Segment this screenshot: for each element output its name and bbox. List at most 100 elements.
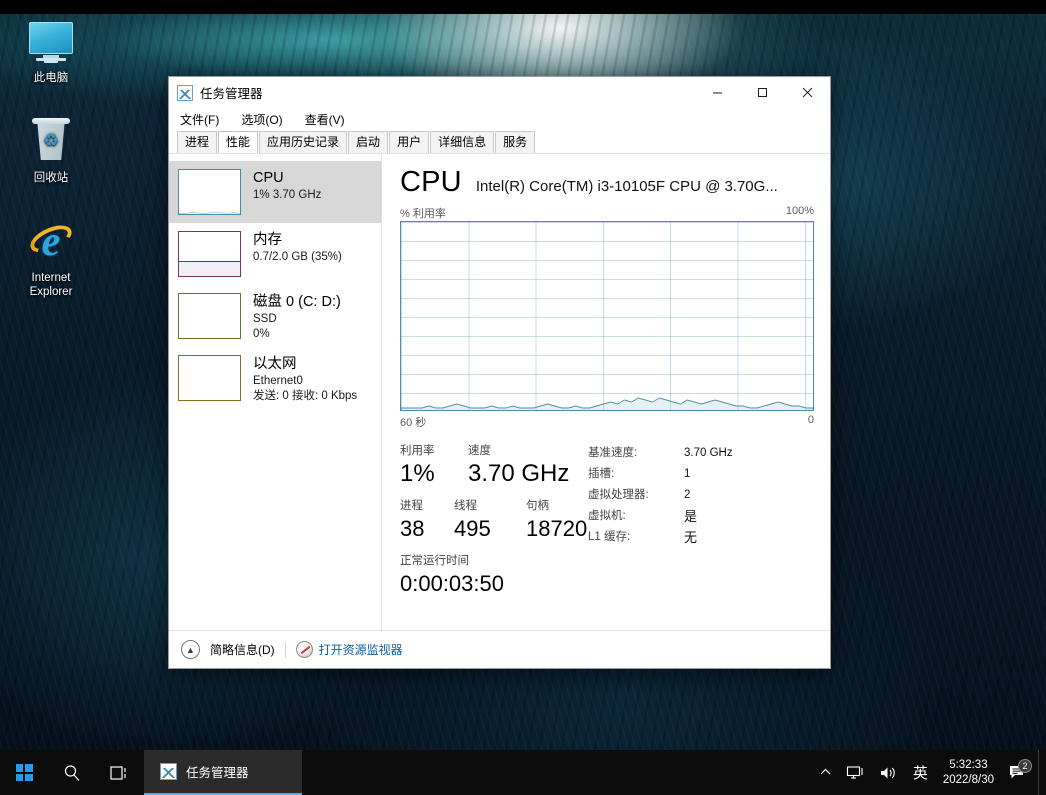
task-manager-icon bbox=[160, 763, 177, 780]
tab-details[interactable]: 详细信息 bbox=[430, 131, 495, 153]
resource-monitor-icon bbox=[295, 641, 313, 658]
tab-services[interactable]: 服务 bbox=[495, 131, 536, 153]
cpu-heading: CPU bbox=[400, 166, 462, 198]
resource-monitor-button[interactable]: 打开资源监视器 bbox=[295, 641, 403, 658]
window-title: 任务管理器 bbox=[200, 87, 263, 101]
sidebar-item-disk[interactable]: 磁盘 0 (C: D:) SSD 0% bbox=[169, 285, 381, 347]
stat-label: 利用率 bbox=[400, 445, 435, 457]
show-desktop-button[interactable] bbox=[1038, 750, 1046, 795]
menu-options[interactable]: 选项(O) bbox=[238, 110, 285, 129]
spec-key: 虚拟处理器: bbox=[588, 489, 649, 501]
stat-uptime: 正常运行时间 0:00:03:50 bbox=[400, 553, 588, 599]
spec-base-speed: 基准速度: 3.70 GHz bbox=[588, 443, 733, 464]
stat-label: 速度 bbox=[468, 445, 491, 457]
stat-value: 18720 bbox=[526, 516, 588, 541]
stat-speed: 速度 3.70 GHz bbox=[468, 443, 569, 489]
spec-virtual-processors: 虚拟处理器: 2 bbox=[588, 485, 733, 506]
spec-virtual-machine: 虚拟机: 是 bbox=[588, 506, 733, 527]
cpu-stats: 利用率 1% 速度 3.70 GHz 进程 38 线程 495 句柄 18720… bbox=[400, 443, 814, 599]
desktop-icon-label: 此电脑 bbox=[33, 72, 69, 84]
volume-icon bbox=[880, 767, 895, 778]
chevron-up-icon[interactable]: ▲ bbox=[181, 640, 200, 659]
desktop-icon-internet-explorer[interactable]: e Internet Explorer bbox=[8, 218, 94, 299]
spec-value: 2 bbox=[684, 489, 691, 501]
desktop-icon-recycle-bin[interactable]: ♻ 回收站 bbox=[8, 118, 94, 185]
sidebar-item-title: 以太网 bbox=[253, 356, 297, 372]
stat-value: 38 bbox=[400, 516, 425, 541]
clock-time: 5:32:33 bbox=[949, 758, 988, 771]
stat-label: 进程 bbox=[400, 500, 423, 512]
sidebar-text: 以太网 Ethernet0 发送: 0 接收: 0 Kbps bbox=[253, 354, 357, 404]
tab-strip: 进程 性能 应用历史记录 启动 用户 详细信息 服务 bbox=[169, 130, 830, 154]
sidebar-item-cpu[interactable]: CPU 1% 3.70 GHz bbox=[169, 161, 381, 223]
sidebar-item-title: 磁盘 0 (C: D:) bbox=[253, 294, 341, 310]
tray-network-button[interactable] bbox=[839, 750, 872, 795]
sidebar-item-sub: 0.7/2.0 GB (35%) bbox=[253, 251, 342, 263]
stats-gap-2 bbox=[400, 544, 588, 553]
search-button[interactable] bbox=[48, 750, 96, 795]
cpu-trace-line bbox=[401, 397, 813, 410]
recycle-bin-icon: ♻ bbox=[8, 118, 94, 166]
tab-users[interactable]: 用户 bbox=[389, 131, 430, 153]
stat-threads: 线程 495 bbox=[454, 498, 526, 544]
internet-explorer-icon: e bbox=[26, 220, 76, 268]
memory-mini-graph bbox=[178, 231, 241, 277]
taskbar-item-task-manager[interactable]: 任务管理器 bbox=[144, 750, 302, 795]
desktop-icon-label: 回收站 bbox=[33, 172, 69, 184]
sidebar-item-sub2: 发送: 0 接收: 0 Kbps bbox=[253, 390, 358, 402]
cpu-mini-trace bbox=[179, 211, 240, 214]
fewer-details-button[interactable]: 简略信息(D) bbox=[210, 641, 275, 658]
stat-handles: 句柄 18720 bbox=[526, 498, 587, 544]
tray-clock[interactable]: 5:32:33 2022/8/30 bbox=[937, 758, 1004, 788]
desktop-icon-label-line2: Explorer bbox=[29, 286, 73, 298]
tab-startup[interactable]: 启动 bbox=[348, 131, 389, 153]
tray-ime-indicator[interactable]: 英 bbox=[904, 750, 937, 795]
notification-center-button[interactable]: 2 bbox=[1004, 758, 1038, 782]
taskbar[interactable]: 任务管理器 英 5:32:33 2022/8/30 2 bbox=[0, 750, 1046, 795]
sidebar-item-sub: Ethernet0 bbox=[253, 375, 303, 387]
minimize-button[interactable] bbox=[695, 77, 740, 108]
stat-value: 495 bbox=[454, 516, 491, 541]
network-icon bbox=[846, 765, 863, 779]
sidebar-text: 内存 0.7/2.0 GB (35%) bbox=[253, 230, 342, 265]
menu-file[interactable]: 文件(F) bbox=[177, 110, 222, 129]
cpu-stats-right: 基准速度: 3.70 GHz 插槽: 1 虚拟处理器: 2 虚拟机: 是 L1 … bbox=[588, 443, 733, 599]
sidebar-item-sub: SSD bbox=[253, 313, 277, 325]
this-pc-icon bbox=[8, 18, 94, 66]
cpu-header: CPU Intel(R) Core(TM) i3-10105F CPU @ 3.… bbox=[400, 166, 814, 199]
status-separator bbox=[284, 641, 286, 658]
task-view-icon bbox=[110, 765, 126, 780]
tray-expand-button[interactable] bbox=[812, 750, 839, 795]
tab-app-history[interactable]: 应用历史记录 bbox=[259, 131, 348, 153]
close-button[interactable] bbox=[785, 77, 830, 108]
taskbar-item-label: 任务管理器 bbox=[186, 766, 249, 780]
sidebar-item-sub: 1% 3.70 GHz bbox=[253, 189, 322, 201]
stat-label: 线程 bbox=[454, 500, 477, 512]
spec-value: 无 bbox=[684, 530, 698, 545]
cpu-model: Intel(R) Core(TM) i3-10105F CPU @ 3.70G.… bbox=[475, 178, 778, 195]
stat-value: 1% bbox=[400, 460, 435, 487]
spec-value: 3.70 GHz bbox=[684, 447, 733, 459]
maximize-button[interactable] bbox=[740, 77, 785, 108]
spec-key: 插槽: bbox=[588, 468, 615, 480]
cpu-detail-pane: CPU Intel(R) Core(TM) i3-10105F CPU @ 3.… bbox=[382, 154, 830, 630]
sidebar-item-ethernet[interactable]: 以太网 Ethernet0 发送: 0 接收: 0 Kbps bbox=[169, 347, 381, 409]
start-button[interactable] bbox=[0, 750, 48, 795]
tab-processes[interactable]: 进程 bbox=[177, 131, 218, 153]
tab-performance[interactable]: 性能 bbox=[218, 131, 259, 153]
task-view-button[interactable] bbox=[96, 750, 144, 795]
task-manager-window[interactable]: 任务管理器 文件(F) 选项(O) 查看(V) 进程 性能 应用历史记录 启动 … bbox=[168, 76, 831, 669]
title-bar[interactable]: 任务管理器 bbox=[169, 77, 830, 108]
graph-y-axis-label: % 利用率 bbox=[400, 208, 446, 220]
menu-view[interactable]: 查看(V) bbox=[302, 110, 348, 129]
stat-value: 3.70 GHz bbox=[468, 460, 570, 487]
spec-value: 是 bbox=[684, 509, 698, 524]
sidebar-text: CPU 1% 3.70 GHz bbox=[253, 168, 321, 203]
desktop-icon-this-pc[interactable]: 此电脑 bbox=[8, 18, 94, 85]
sidebar-item-memory[interactable]: 内存 0.7/2.0 GB (35%) bbox=[169, 223, 381, 285]
stat-processes: 进程 38 bbox=[400, 498, 454, 544]
stats-row-1: 利用率 1% 速度 3.70 GHz bbox=[400, 443, 588, 489]
tray-volume-button[interactable] bbox=[872, 750, 904, 795]
spec-key: L1 缓存: bbox=[588, 531, 631, 543]
cpu-utilization-graph[interactable] bbox=[400, 221, 814, 411]
